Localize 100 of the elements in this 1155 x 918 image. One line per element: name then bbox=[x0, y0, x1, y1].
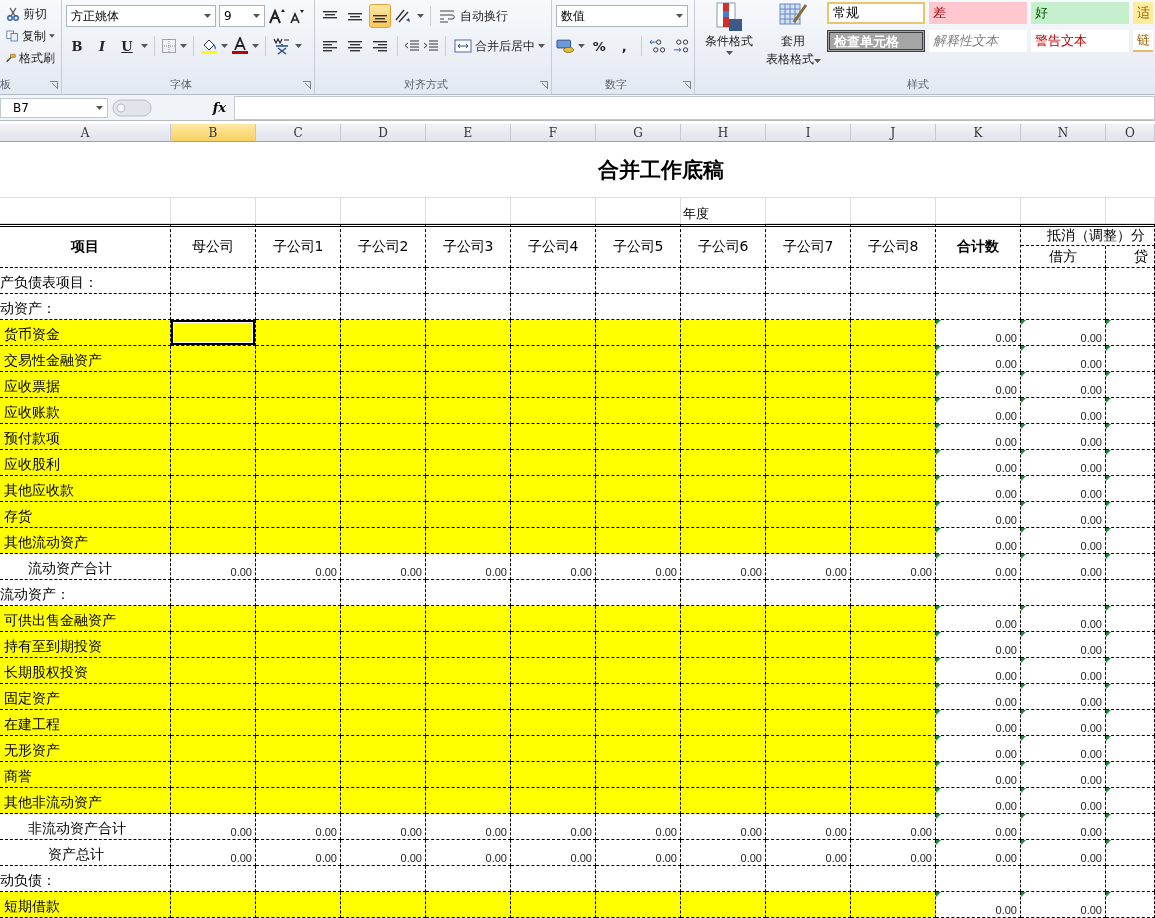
table-cell[interactable] bbox=[256, 450, 341, 476]
increase-indent-icon[interactable] bbox=[423, 39, 439, 53]
table-cell[interactable] bbox=[596, 294, 681, 320]
column-header[interactable]: N bbox=[1021, 124, 1106, 142]
table-cell[interactable] bbox=[851, 788, 936, 814]
table-cell[interactable] bbox=[511, 398, 596, 424]
phonetic-guide-icon[interactable] bbox=[272, 37, 292, 55]
table-cell[interactable] bbox=[511, 450, 596, 476]
table-cell[interactable] bbox=[511, 866, 596, 892]
table-cell[interactable] bbox=[681, 424, 766, 450]
column-header[interactable]: B bbox=[171, 124, 256, 142]
merge-center-button[interactable]: 合并后居中 bbox=[452, 35, 547, 57]
formula-input-field[interactable] bbox=[234, 95, 1155, 120]
table-cell[interactable] bbox=[256, 424, 341, 450]
table-cell[interactable] bbox=[851, 294, 936, 320]
table-cell[interactable] bbox=[681, 866, 766, 892]
table-cell[interactable]: 0.00 bbox=[596, 554, 681, 580]
comma-button[interactable]: , bbox=[613, 34, 636, 58]
italic-button[interactable]: I bbox=[91, 34, 113, 58]
decrease-indent-icon[interactable] bbox=[404, 39, 420, 53]
table-cell[interactable] bbox=[171, 788, 256, 814]
table-cell[interactable] bbox=[596, 424, 681, 450]
table-cell[interactable] bbox=[256, 398, 341, 424]
table-cell[interactable]: 0.00 bbox=[511, 554, 596, 580]
table-cell[interactable] bbox=[596, 762, 681, 788]
table-cell[interactable] bbox=[766, 788, 851, 814]
table-cell[interactable] bbox=[171, 762, 256, 788]
column-header[interactable]: E bbox=[426, 124, 511, 142]
cell-style-swatch[interactable]: 差 bbox=[929, 2, 1027, 24]
table-cell[interactable] bbox=[766, 268, 851, 294]
table-cell[interactable] bbox=[426, 502, 511, 528]
column-header[interactable]: H bbox=[681, 124, 766, 142]
table-cell[interactable] bbox=[171, 476, 256, 502]
table-cell[interactable] bbox=[681, 528, 766, 554]
table-cell[interactable] bbox=[341, 866, 426, 892]
table-cell[interactable] bbox=[511, 892, 596, 918]
table-cell[interactable] bbox=[596, 606, 681, 632]
table-cell[interactable] bbox=[426, 866, 511, 892]
table-cell[interactable] bbox=[511, 424, 596, 450]
table-cell[interactable] bbox=[341, 398, 426, 424]
table-cell[interactable] bbox=[256, 710, 341, 736]
table-cell[interactable] bbox=[851, 892, 936, 918]
table-cell[interactable] bbox=[596, 528, 681, 554]
column-header[interactable]: D bbox=[341, 124, 426, 142]
table-cell[interactable]: 0.00 bbox=[426, 554, 511, 580]
table-cell[interactable] bbox=[341, 762, 426, 788]
table-cell[interactable] bbox=[171, 502, 256, 528]
table-cell[interactable] bbox=[171, 736, 256, 762]
table-cell[interactable] bbox=[256, 502, 341, 528]
table-cell[interactable] bbox=[341, 346, 426, 372]
percent-button[interactable]: % bbox=[588, 34, 611, 58]
table-cell[interactable] bbox=[171, 528, 256, 554]
table-cell[interactable] bbox=[341, 268, 426, 294]
table-cell[interactable] bbox=[171, 268, 256, 294]
table-cell[interactable] bbox=[256, 268, 341, 294]
table-cell[interactable] bbox=[256, 528, 341, 554]
table-cell[interactable] bbox=[426, 320, 511, 346]
table-cell[interactable] bbox=[851, 632, 936, 658]
table-cell[interactable] bbox=[171, 450, 256, 476]
column-header[interactable]: F bbox=[511, 124, 596, 142]
table-cell[interactable]: 0.00 bbox=[596, 814, 681, 840]
table-cell[interactable]: 0.00 bbox=[596, 840, 681, 866]
table-cell[interactable] bbox=[681, 684, 766, 710]
font-name-field[interactable]: 方正姚体 bbox=[66, 5, 216, 27]
column-header[interactable]: O bbox=[1106, 124, 1155, 142]
table-cell[interactable] bbox=[341, 632, 426, 658]
table-cell[interactable] bbox=[511, 580, 596, 606]
table-cell[interactable] bbox=[341, 294, 426, 320]
clipboard-button[interactable]: 剪切 bbox=[4, 3, 57, 25]
table-cell[interactable] bbox=[596, 710, 681, 736]
dialog-launcher-icon[interactable] bbox=[50, 81, 58, 89]
table-cell[interactable] bbox=[596, 580, 681, 606]
table-cell[interactable] bbox=[171, 892, 256, 918]
table-cell[interactable] bbox=[341, 450, 426, 476]
table-cell[interactable] bbox=[426, 762, 511, 788]
table-cell[interactable] bbox=[766, 658, 851, 684]
table-cell[interactable] bbox=[341, 476, 426, 502]
table-cell[interactable] bbox=[256, 892, 341, 918]
table-cell[interactable] bbox=[851, 580, 936, 606]
table-cell[interactable] bbox=[341, 892, 426, 918]
table-cell[interactable] bbox=[596, 320, 681, 346]
table-cell[interactable]: 0.00 bbox=[256, 554, 341, 580]
table-cell[interactable] bbox=[596, 346, 681, 372]
table-cell[interactable] bbox=[426, 372, 511, 398]
table-cell[interactable] bbox=[256, 684, 341, 710]
table-cell[interactable] bbox=[256, 294, 341, 320]
table-cell[interactable] bbox=[256, 658, 341, 684]
table-cell[interactable] bbox=[681, 268, 766, 294]
table-cell[interactable] bbox=[681, 450, 766, 476]
table-cell[interactable] bbox=[426, 476, 511, 502]
table-cell[interactable] bbox=[681, 372, 766, 398]
table-cell[interactable] bbox=[341, 528, 426, 554]
table-cell[interactable] bbox=[426, 580, 511, 606]
table-cell[interactable]: 0.00 bbox=[851, 554, 936, 580]
table-cell[interactable] bbox=[511, 606, 596, 632]
table-cell[interactable] bbox=[766, 476, 851, 502]
column-header[interactable]: J bbox=[851, 124, 936, 142]
table-cell[interactable] bbox=[426, 294, 511, 320]
table-cell[interactable] bbox=[851, 710, 936, 736]
table-cell[interactable] bbox=[171, 346, 256, 372]
